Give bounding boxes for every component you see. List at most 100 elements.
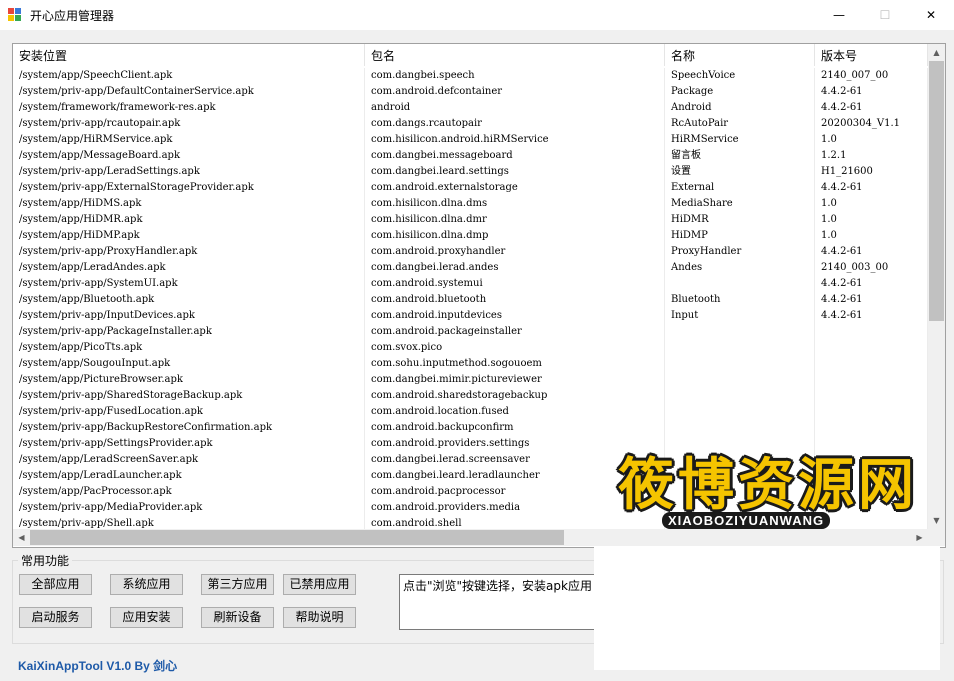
cell-install-path: /system/priv-app/SharedStorageBackup.apk bbox=[13, 388, 365, 404]
cell-install-path: /system/priv-app/BackupRestoreConfirmati… bbox=[13, 420, 365, 436]
refresh-device-button[interactable]: 刷新设备 bbox=[201, 607, 274, 628]
cell-install-path: /system/app/PicoTts.apk bbox=[13, 340, 365, 356]
watermark-sub-text: XIAOBOZIYUANWANG bbox=[662, 512, 831, 529]
cell-install-path: /system/app/LeradAndes.apk bbox=[13, 260, 365, 276]
system-apps-button[interactable]: 系统应用 bbox=[110, 574, 183, 595]
cell-app-name bbox=[665, 340, 815, 356]
cell-version: 4.4.2-61 bbox=[815, 84, 928, 100]
cell-package-name: com.hisilicon.android.hiRMService bbox=[365, 132, 665, 148]
disabled-apps-button[interactable]: 已禁用应用 bbox=[283, 574, 356, 595]
cell-app-name: SpeechVoice bbox=[665, 68, 815, 84]
cell-version bbox=[815, 388, 928, 404]
table-row[interactable]: /system/app/HiDMR.apk com.hisilicon.dlna.… bbox=[13, 212, 928, 228]
cell-version: 1.0 bbox=[815, 228, 928, 244]
table-row[interactable]: /system/app/HiRMService.apk com.hisilicon… bbox=[13, 132, 928, 148]
cell-install-path: /system/app/LeradScreenSaver.apk bbox=[13, 452, 365, 468]
cell-version: 4.4.2-61 bbox=[815, 292, 928, 308]
cell-package-name: com.android.location.fused bbox=[365, 404, 665, 420]
table-row[interactable]: /system/priv-app/BackupRestoreConfirmati… bbox=[13, 420, 928, 436]
cell-install-path: /system/priv-app/FusedLocation.apk bbox=[13, 404, 365, 420]
cell-install-path: /system/priv-app/LeradSettings.apk bbox=[13, 164, 365, 180]
cell-package-name: com.dangbei.mimir.pictureviewer bbox=[365, 372, 665, 388]
cell-app-name bbox=[665, 276, 815, 292]
column-header-package-name[interactable]: 包名 bbox=[365, 44, 665, 66]
cell-install-path: /system/app/HiDMR.apk bbox=[13, 212, 365, 228]
all-apps-button[interactable]: 全部应用 bbox=[19, 574, 92, 595]
cell-package-name: com.dangbei.lerad.andes bbox=[365, 260, 665, 276]
horizontal-scroll-thumb[interactable] bbox=[30, 530, 564, 545]
table-row[interactable]: /system/priv-app/LeradSettings.apk com.da… bbox=[13, 164, 928, 180]
close-button[interactable]: ✕ bbox=[908, 0, 954, 30]
cell-package-name: com.android.proxyhandler bbox=[365, 244, 665, 260]
table-row[interactable]: /system/app/HiDMP.apk com.hisilicon.dlna.… bbox=[13, 228, 928, 244]
table-row[interactable]: /system/app/PicoTts.apk com.svox.pico bbox=[13, 340, 928, 356]
cell-version: 2140_007_00 bbox=[815, 68, 928, 84]
table-row[interactable]: /system/app/SougouInput.apk com.sohu.inpu… bbox=[13, 356, 928, 372]
cell-version: 4.4.2-61 bbox=[815, 308, 928, 324]
table-row[interactable]: /system/app/HiDMS.apk com.hisilicon.dlna.… bbox=[13, 196, 928, 212]
table-row[interactable]: /system/priv-app/ProxyHandler.apk com.and… bbox=[13, 244, 928, 260]
table-row[interactable]: /system/priv-app/FusedLocation.apk com.an… bbox=[13, 404, 928, 420]
scroll-up-arrow-icon[interactable]: ▲ bbox=[928, 44, 945, 61]
table-row[interactable]: /system/app/MessageBoard.apk com.dangbei.… bbox=[13, 148, 928, 164]
table-row[interactable]: /system/priv-app/SharedStorageBackup.apk… bbox=[13, 388, 928, 404]
table-row[interactable]: /system/priv-app/InputDevices.apk com.and… bbox=[13, 308, 928, 324]
cell-install-path: /system/priv-app/SettingsProvider.apk bbox=[13, 436, 365, 452]
cell-package-name: com.android.backupconfirm bbox=[365, 420, 665, 436]
column-header-version[interactable]: 版本号 bbox=[815, 44, 928, 66]
cell-install-path: /system/priv-app/MediaProvider.apk bbox=[13, 500, 365, 516]
table-row[interactable]: /system/app/LeradAndes.apk com.dangbei.le… bbox=[13, 260, 928, 276]
cell-version: 1.2.1 bbox=[815, 148, 928, 164]
cell-version: 1.0 bbox=[815, 196, 928, 212]
cell-package-name: com.svox.pico bbox=[365, 340, 665, 356]
minimize-button[interactable]: — bbox=[816, 0, 862, 30]
cell-app-name bbox=[665, 420, 815, 436]
vertical-scroll-thumb[interactable] bbox=[929, 61, 944, 321]
cell-package-name: com.android.packageinstaller bbox=[365, 324, 665, 340]
cell-package-name: com.dangs.rcautopair bbox=[365, 116, 665, 132]
start-service-button[interactable]: 启动服务 bbox=[19, 607, 92, 628]
install-app-button[interactable]: 应用安装 bbox=[110, 607, 183, 628]
table-row[interactable]: /system/priv-app/ExternalStorageProvider… bbox=[13, 180, 928, 196]
cell-version: 4.4.2-61 bbox=[815, 244, 928, 260]
column-header-install-path[interactable]: 安装位置 bbox=[13, 44, 365, 66]
cell-install-path: /system/priv-app/PackageInstaller.apk bbox=[13, 324, 365, 340]
cell-version: 2140_003_00 bbox=[815, 260, 928, 276]
maximize-button[interactable]: ☐ bbox=[862, 0, 908, 30]
cell-install-path: /system/app/MessageBoard.apk bbox=[13, 148, 365, 164]
footer-label: KaiXinAppTool V1.0 By 剑心 bbox=[18, 659, 178, 673]
cell-app-name: HiDMP bbox=[665, 228, 815, 244]
table-row[interactable]: /system/priv-app/rcautopair.apk com.dangs… bbox=[13, 116, 928, 132]
table-row[interactable]: /system/priv-app/PackageInstaller.apk com… bbox=[13, 324, 928, 340]
grid-header: 安装位置 包名 名称 版本号 bbox=[13, 44, 928, 66]
cell-install-path: /system/priv-app/rcautopair.apk bbox=[13, 116, 365, 132]
table-row[interactable]: /system/app/PictureBrowser.apk com.dangbe… bbox=[13, 372, 928, 388]
cell-install-path: /system/app/SougouInput.apk bbox=[13, 356, 365, 372]
cell-install-path: /system/app/HiDMP.apk bbox=[13, 228, 365, 244]
cell-package-name: com.android.defcontainer bbox=[365, 84, 665, 100]
app-icon bbox=[8, 8, 22, 22]
table-row[interactable]: /system/framework/framework-res.apk andro… bbox=[13, 100, 928, 116]
table-row[interactable]: /system/priv-app/DefaultContainerService… bbox=[13, 84, 928, 100]
cell-app-name bbox=[665, 404, 815, 420]
cell-package-name: com.android.bluetooth bbox=[365, 292, 665, 308]
cell-app-name: RcAutoPair bbox=[665, 116, 815, 132]
cell-install-path: /system/priv-app/InputDevices.apk bbox=[13, 308, 365, 324]
cell-app-name: HiDMR bbox=[665, 212, 815, 228]
cell-app-name: 留言板 bbox=[665, 148, 815, 164]
watermark-backdrop bbox=[594, 546, 940, 670]
cell-install-path: /system/app/PictureBrowser.apk bbox=[13, 372, 365, 388]
column-header-app-name[interactable]: 名称 bbox=[665, 44, 815, 66]
cell-version bbox=[815, 404, 928, 420]
table-row[interactable]: /system/app/Bluetooth.apk com.android.blu… bbox=[13, 292, 928, 308]
scroll-left-arrow-icon[interactable]: ◀ bbox=[13, 529, 30, 546]
table-row[interactable]: /system/priv-app/SystemUI.apk com.android… bbox=[13, 276, 928, 292]
cell-version bbox=[815, 420, 928, 436]
cell-install-path: /system/app/HiRMService.apk bbox=[13, 132, 365, 148]
cell-package-name: android bbox=[365, 100, 665, 116]
help-button[interactable]: 帮助说明 bbox=[283, 607, 356, 628]
table-row[interactable]: /system/app/SpeechClient.apk com.dangbei.… bbox=[13, 68, 928, 84]
cell-install-path: /system/app/SpeechClient.apk bbox=[13, 68, 365, 84]
third-party-apps-button[interactable]: 第三方应用 bbox=[201, 574, 274, 595]
cell-install-path: /system/priv-app/SystemUI.apk bbox=[13, 276, 365, 292]
